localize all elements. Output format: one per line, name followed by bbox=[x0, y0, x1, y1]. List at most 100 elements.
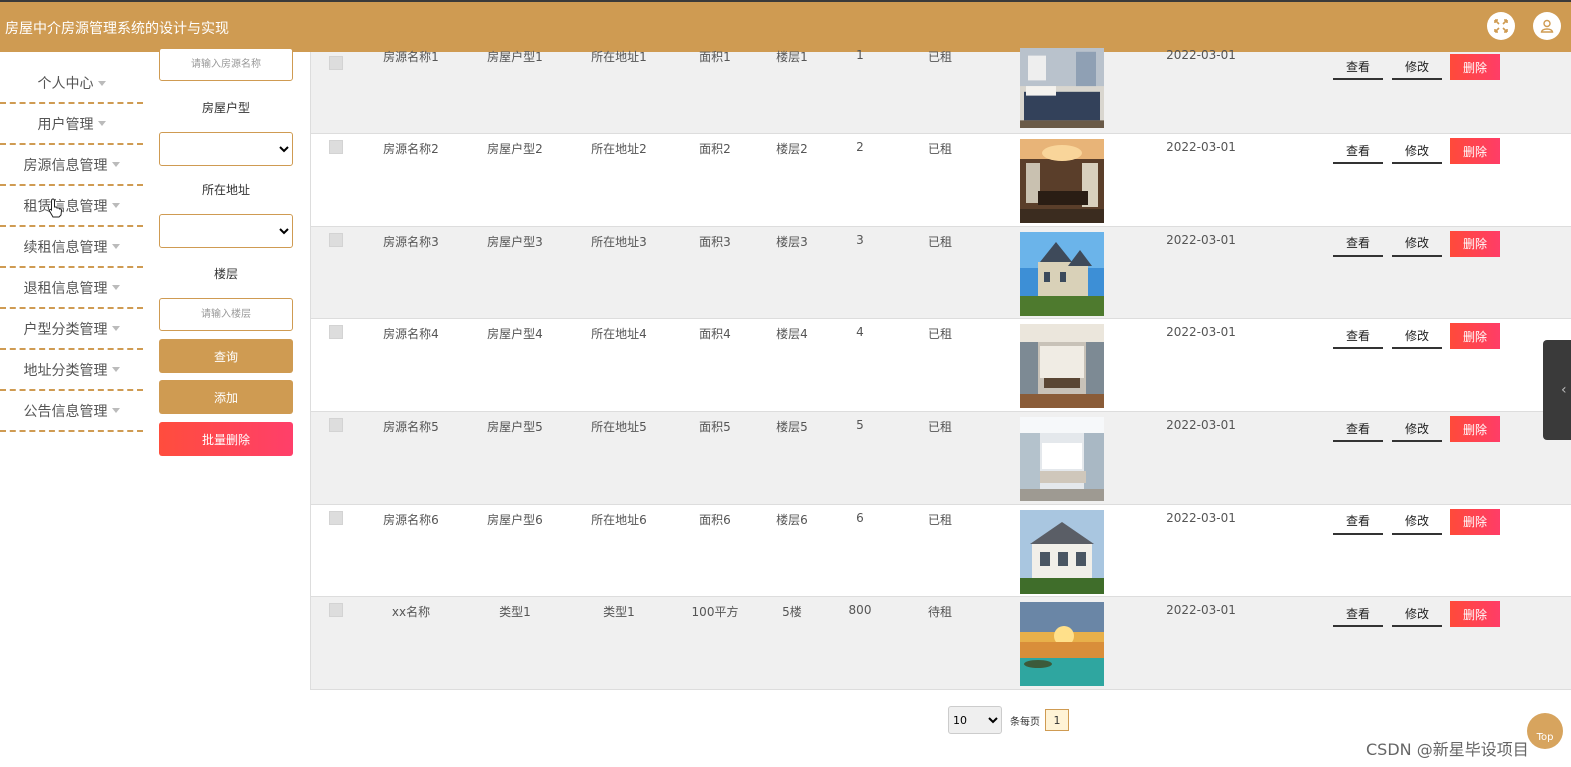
filter-panel: 房屋户型 所在地址 楼层 查询 添加 批量删除 bbox=[159, 48, 293, 456]
chevron-down-icon bbox=[111, 244, 120, 249]
cell-date: 2022-03-01 bbox=[1166, 140, 1236, 154]
side-panel-toggle[interactable]: ‹ bbox=[1543, 340, 1571, 440]
fullscreen-button[interactable] bbox=[1487, 12, 1515, 40]
user-button[interactable] bbox=[1533, 12, 1561, 40]
cell-house-type: 房屋户型6 bbox=[487, 512, 543, 527]
sidebar-item-rental-management[interactable]: 租赁信息管理 bbox=[0, 186, 143, 227]
top-header: 房屋中介房源管理系统的设计与实现 bbox=[0, 0, 1571, 52]
page-size-select[interactable]: 10 bbox=[948, 706, 1002, 734]
cell-name: 房源名称5 bbox=[383, 420, 439, 435]
view-button[interactable]: 查看 bbox=[1333, 54, 1383, 80]
sidebar: 个人中心 用户管理 房源信息管理 租赁信息管理 续租信息管理 退租信息管理 户型… bbox=[0, 52, 143, 432]
listing-photo bbox=[1020, 139, 1104, 223]
table-row: 房源名称2 房屋户型2 所在地址2 面积2 楼层2 2 已租 2022-03-01 查看 修改 删除 bbox=[311, 134, 1571, 227]
cell-status: 已租 bbox=[927, 512, 952, 527]
address-label: 所在地址 bbox=[201, 183, 250, 197]
cell-house-type: 房屋户型5 bbox=[487, 420, 543, 435]
view-button[interactable]: 查看 bbox=[1333, 509, 1383, 535]
cell-name: 房源名称6 bbox=[383, 512, 439, 527]
floor-label: 楼层 bbox=[213, 267, 238, 281]
cell-date: 2022-03-01 bbox=[1166, 510, 1236, 525]
page-number-1[interactable]: 1 bbox=[1045, 709, 1069, 731]
sidebar-item-checkout-management[interactable]: 退租信息管理 bbox=[0, 268, 143, 309]
listing-table: 房源名称1 房屋户型1 所在地址1 面积1 楼层1 1 已租 2022-03-01 查看 修改 删除… bbox=[310, 48, 1571, 691]
row-checkbox[interactable] bbox=[329, 418, 343, 433]
query-button[interactable]: 查询 bbox=[159, 339, 293, 373]
sidebar-item-announcement[interactable]: 公告信息管理 bbox=[0, 391, 143, 432]
row-checkbox[interactable] bbox=[329, 140, 343, 154]
table-row: 房源名称4 房屋户型4 所在地址4 面积4 楼层4 4 已租 2022-03-01 查看 修改 删除 bbox=[311, 319, 1571, 413]
view-button[interactable]: 查看 bbox=[1333, 231, 1383, 257]
view-button[interactable]: 查看 bbox=[1333, 323, 1383, 350]
sidebar-item-personal-center[interactable]: 个人中心 bbox=[0, 52, 143, 104]
delete-button[interactable]: 删除 bbox=[1450, 508, 1500, 535]
delete-button[interactable]: 删除 bbox=[1450, 54, 1500, 80]
cell-name: 房源名称4 bbox=[383, 327, 439, 342]
cell-house-type: 房屋户型3 bbox=[487, 234, 543, 249]
table-row: 房源名称6 房屋户型6 所在地址6 面积6 楼层6 6 已租 2022-03-01 查看 修改 删除 bbox=[311, 504, 1571, 598]
cell-date: 2022-03-01 bbox=[1166, 325, 1236, 340]
sidebar-item-renewal-management[interactable]: 续租信息管理 bbox=[0, 227, 143, 268]
view-button[interactable]: 查看 bbox=[1333, 601, 1383, 628]
cell-status: 待租 bbox=[927, 605, 952, 620]
chevron-down-icon bbox=[111, 326, 120, 331]
row-checkbox[interactable] bbox=[329, 510, 343, 525]
cell-house-type: 房屋户型1 bbox=[487, 50, 543, 64]
cell-house-type: 类型1 bbox=[499, 605, 531, 620]
edit-button[interactable]: 修改 bbox=[1392, 416, 1442, 443]
chevron-down-icon bbox=[111, 367, 120, 372]
cell-date: 2022-03-01 bbox=[1166, 418, 1236, 433]
cell-name: 房源名称3 bbox=[383, 234, 439, 249]
row-checkbox[interactable] bbox=[329, 603, 343, 618]
edit-button[interactable]: 修改 bbox=[1392, 138, 1442, 164]
house-type-select[interactable] bbox=[159, 132, 293, 166]
row-checkbox[interactable] bbox=[329, 325, 343, 340]
view-button[interactable]: 查看 bbox=[1333, 138, 1383, 164]
edit-button[interactable]: 修改 bbox=[1392, 54, 1442, 80]
listing-photo bbox=[1020, 231, 1104, 316]
sidebar-item-layout-category[interactable]: 户型分类管理 bbox=[0, 309, 143, 350]
row-checkbox[interactable] bbox=[329, 56, 343, 70]
app-title: 房屋中介房源管理系统的设计与实现 bbox=[5, 21, 229, 37]
table-row: xx名称 类型1 类型1 100平方 5楼 800 待租 2022-03-01 查看 修改 删除 bbox=[311, 597, 1571, 691]
listing-photo bbox=[1020, 417, 1104, 502]
sidebar-item-listing-management[interactable]: 房源信息管理 bbox=[0, 145, 143, 186]
sidebar-item-user-management[interactable]: 用户管理 bbox=[0, 104, 143, 145]
cell-status: 已租 bbox=[927, 420, 952, 435]
table-row: 房源名称3 房屋户型3 所在地址3 面积3 楼层3 3 已租 2022-03-01 查看 修改 删除 bbox=[311, 226, 1571, 320]
chevron-down-icon bbox=[111, 408, 120, 413]
cell-date: 2022-03-01 bbox=[1166, 232, 1236, 247]
chevron-down-icon bbox=[97, 80, 106, 86]
pagination: 10 条每页 1 bbox=[948, 706, 1069, 734]
delete-button[interactable]: 删除 bbox=[1450, 601, 1500, 628]
cell-date: 2022-03-01 bbox=[1166, 603, 1236, 618]
house-type-label: 房屋户型 bbox=[201, 101, 250, 115]
delete-button[interactable]: 删除 bbox=[1450, 416, 1500, 443]
sidebar-item-address-category[interactable]: 地址分类管理 bbox=[0, 350, 143, 391]
cell-status: 已租 bbox=[927, 142, 952, 156]
delete-button[interactable]: 删除 bbox=[1450, 138, 1500, 164]
view-button[interactable]: 查看 bbox=[1333, 416, 1383, 443]
table-row: 房源名称5 房屋户型5 所在地址5 面积5 楼层5 5 已租 2022-03-01 查看 修改 删除 bbox=[311, 412, 1571, 505]
address-select[interactable] bbox=[159, 214, 293, 248]
chevron-down-icon bbox=[97, 121, 106, 126]
edit-button[interactable]: 修改 bbox=[1392, 509, 1442, 535]
edit-button[interactable]: 修改 bbox=[1392, 323, 1442, 350]
user-icon bbox=[1540, 19, 1554, 33]
edit-button[interactable]: 修改 bbox=[1392, 601, 1442, 628]
delete-button[interactable]: 删除 bbox=[1450, 230, 1500, 257]
cell-house-type: 房屋户型4 bbox=[487, 327, 543, 342]
hand-cursor-icon bbox=[48, 198, 62, 218]
delete-button[interactable]: 删除 bbox=[1450, 323, 1500, 350]
listing-name-input[interactable] bbox=[159, 48, 293, 81]
add-button[interactable]: 添加 bbox=[159, 380, 293, 414]
app-root: 房屋中介房源管理系统的设计与实现 个人中心 用户管理 房源信息管理 租赁信息管理… bbox=[0, 0, 1571, 767]
listing-photo bbox=[1020, 509, 1104, 594]
chevron-down-icon bbox=[111, 203, 120, 208]
batch-delete-button[interactable]: 批量删除 bbox=[159, 422, 293, 456]
floor-input[interactable] bbox=[159, 298, 293, 331]
edit-button[interactable]: 修改 bbox=[1392, 231, 1442, 257]
back-to-top-button[interactable]: Top bbox=[1527, 713, 1563, 749]
listing-photo bbox=[1020, 48, 1104, 128]
row-checkbox[interactable] bbox=[329, 232, 343, 247]
